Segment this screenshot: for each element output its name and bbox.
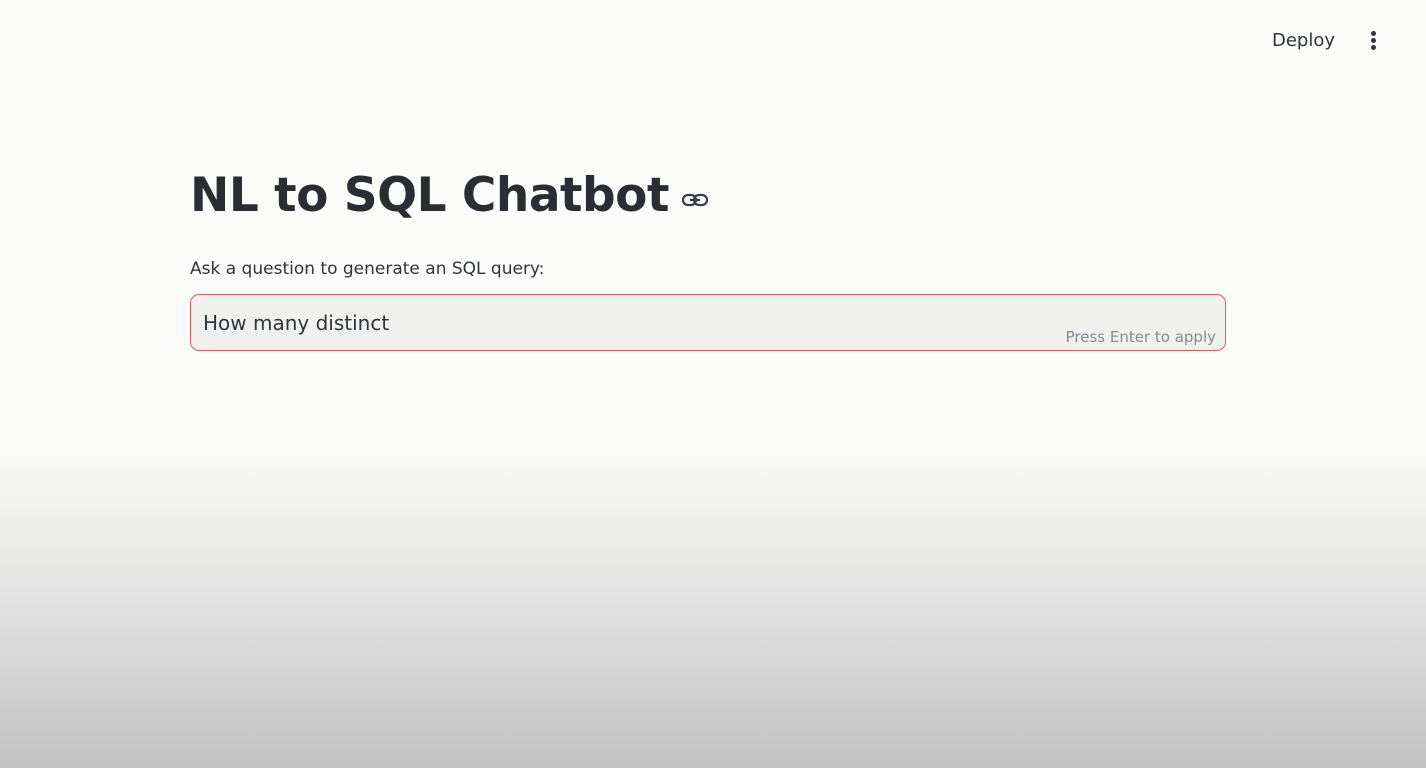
query-input[interactable]	[191, 295, 1051, 350]
query-input-container[interactable]: Press Enter to apply	[190, 294, 1226, 351]
link-icon[interactable]	[681, 190, 709, 210]
input-hint: Press Enter to apply	[1065, 328, 1216, 346]
app-header: Deploy	[0, 0, 1426, 80]
page-title: NL to SQL Chatbot	[190, 167, 669, 223]
query-input-label: Ask a question to generate an SQL query:	[190, 259, 545, 279]
title-row: NL to SQL Chatbot	[190, 160, 709, 230]
main-menu-button[interactable]	[1356, 22, 1392, 58]
deploy-button[interactable]: Deploy	[1258, 26, 1349, 56]
